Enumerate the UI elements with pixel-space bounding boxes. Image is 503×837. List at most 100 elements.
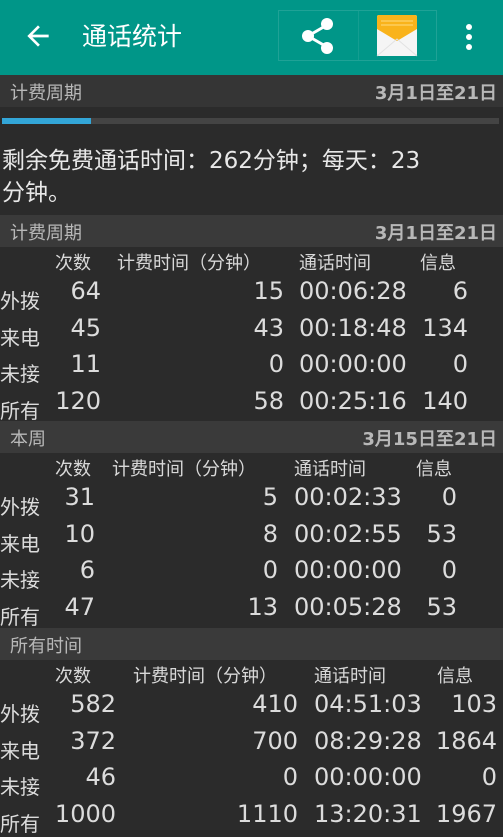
table-row: 所有 120 58 00:25:16 140	[0, 387, 503, 424]
cell-billed: 0	[268, 350, 284, 378]
row-label: 外拨	[0, 495, 40, 519]
column-header: 计费时间（分钟）	[112, 459, 256, 480]
table-row: 外拨 31 5 00:02:33 0	[0, 483, 503, 520]
row-label: 所有	[0, 811, 40, 836]
billing-period-header: 计费周期 3月1日至21日	[0, 75, 503, 107]
cell-messages: 0	[481, 763, 497, 791]
mail-icon	[376, 15, 418, 57]
share-icon	[302, 18, 333, 54]
cell-count: 31	[64, 483, 95, 511]
column-header: 通话时间	[299, 253, 371, 274]
table-header-row: 次数 计费时间（分钟） 通话时间 信息	[0, 660, 503, 690]
cell-billed: 15	[253, 277, 284, 305]
row-label: 所有	[0, 604, 40, 629]
cell-messages: 103	[451, 690, 497, 718]
row-label: 所有	[0, 398, 40, 423]
section-header: 计费周期 3月1日至21日	[0, 215, 503, 247]
table-row: 来电 372 700 08:29:28 1864	[0, 727, 503, 764]
cell-count: 47	[64, 592, 95, 621]
cell-duration: 00:06:28	[299, 277, 407, 305]
stats-table: 次数 计费时间（分钟） 通话时间 信息 外拨 64 15 00:06:28 6 来电 …	[0, 247, 503, 423]
section-range: 3月1日至21日	[374, 223, 497, 244]
table-row: 未接 6 0 00:00:00 0	[0, 556, 503, 593]
table-row: 外拨 582 410 04:51:03 103	[0, 690, 503, 727]
row-label: 来电	[0, 531, 40, 556]
row-label: 未接	[0, 775, 40, 799]
cell-messages: 53	[426, 519, 457, 548]
cell-duration: 00:00:00	[294, 556, 402, 584]
cell-duration: 00:25:16	[299, 386, 407, 415]
section-label: 所有时间	[10, 636, 82, 657]
cell-duration: 04:51:03	[314, 690, 422, 718]
column-header: 次数	[55, 253, 91, 274]
cell-messages: 140	[422, 386, 468, 415]
cell-billed: 13	[247, 592, 278, 621]
cell-billed: 410	[252, 690, 298, 718]
table-row: 未接 11 0 00:00:00 0	[0, 350, 503, 387]
cell-messages: 0	[441, 483, 457, 511]
stats-table: 次数 计费时间（分钟） 通话时间 信息 外拨 31 5 00:02:33 0 来电 1…	[0, 453, 503, 629]
column-header: 计费时间（分钟）	[117, 253, 261, 274]
action-group	[278, 10, 437, 61]
column-header: 信息	[420, 253, 456, 274]
cell-billed: 0	[282, 763, 298, 791]
row-label: 来电	[0, 325, 40, 350]
table-row: 未接 46 0 00:00:00 0	[0, 763, 503, 800]
row-label: 未接	[0, 362, 40, 386]
billing-progress-bar	[2, 118, 499, 124]
cell-messages: 0	[441, 556, 457, 584]
mail-button[interactable]	[358, 11, 438, 60]
section-label: 本周	[10, 429, 46, 450]
more-vert-icon	[466, 24, 472, 50]
app-bar: 通话统计	[0, 0, 503, 75]
cell-billed: 43	[253, 313, 284, 342]
cell-duration: 08:29:28	[314, 726, 422, 755]
section-label: 计费周期	[10, 223, 82, 244]
row-label: 外拨	[0, 289, 40, 313]
cell-count: 45	[70, 313, 101, 342]
cell-billed: 0	[262, 556, 278, 584]
cell-billed: 1110	[236, 799, 298, 828]
table-row: 来电 10 8 00:02:55 53	[0, 520, 503, 557]
cell-messages: 1864	[435, 726, 497, 755]
cell-count: 582	[70, 690, 116, 718]
table-row: 所有 47 13 00:05:28 53	[0, 593, 503, 630]
section-header: 所有时间	[0, 628, 503, 660]
cell-billed: 5	[262, 483, 278, 511]
cell-duration: 00:02:55	[294, 519, 402, 548]
cell-count: 372	[70, 726, 116, 755]
cell-count: 10	[64, 519, 95, 548]
cell-messages: 6	[452, 277, 468, 305]
cell-billed: 700	[252, 726, 298, 755]
table-header-row: 次数 计费时间（分钟） 通话时间 信息	[0, 247, 503, 277]
section-header: 本周 3月15日至21日	[0, 421, 503, 453]
page-title: 通话统计	[82, 22, 183, 51]
back-button[interactable]	[22, 20, 54, 52]
cell-duration: 00:00:00	[299, 350, 407, 378]
cell-duration: 00:05:28	[294, 592, 402, 621]
column-header: 信息	[416, 459, 452, 480]
table-row: 外拨 64 15 00:06:28 6	[0, 277, 503, 314]
share-button[interactable]	[279, 11, 358, 60]
row-label: 来电	[0, 738, 40, 763]
arrow-back-icon	[27, 25, 49, 47]
free-minutes-summary: 剩余免费通话时间：262分钟；每天：23分钟。	[2, 148, 421, 206]
column-header: 通话时间	[314, 666, 386, 687]
cell-messages: 53	[426, 592, 457, 621]
cell-count: 120	[55, 386, 101, 415]
cell-duration: 00:02:33	[294, 483, 402, 511]
cell-count: 1000	[54, 799, 116, 828]
more-button[interactable]	[458, 20, 480, 54]
row-label: 未接	[0, 568, 40, 592]
cell-messages: 1967	[435, 799, 497, 828]
column-header: 次数	[55, 666, 91, 687]
cell-count: 6	[79, 556, 95, 584]
cell-count: 64	[70, 277, 101, 305]
column-header: 次数	[55, 459, 91, 480]
stats-table: 次数 计费时间（分钟） 通话时间 信息 外拨 582 410 04:51:03 103…	[0, 660, 503, 836]
cell-billed: 8	[262, 519, 278, 548]
cell-count: 11	[70, 350, 101, 378]
cell-duration: 00:00:00	[314, 763, 422, 791]
billing-period-label: 计费周期	[10, 83, 82, 104]
row-label: 外拨	[0, 702, 40, 726]
